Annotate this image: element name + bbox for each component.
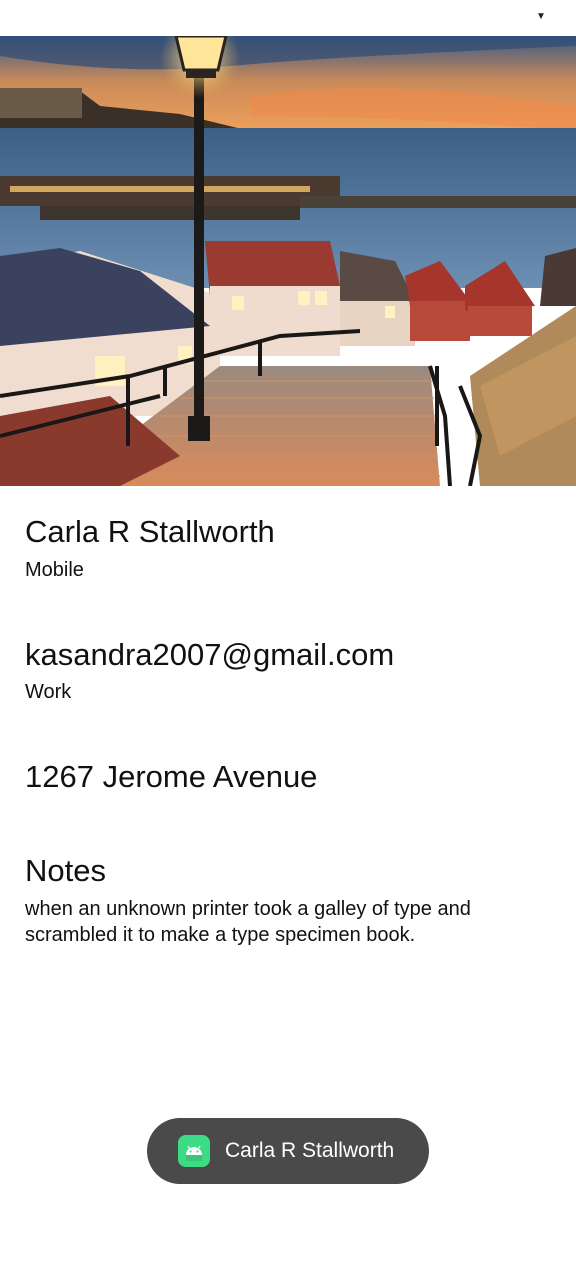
notes-heading: Notes — [25, 853, 106, 888]
notes-body: when an unknown printer took a galley of… — [25, 898, 471, 946]
contact-name: Carla R Stallworth — [25, 514, 275, 549]
signal-icon: ▼ — [536, 11, 546, 22]
status-bar: ▼ — [0, 0, 576, 36]
contact-email[interactable]: kasandra2007@gmail.com — [25, 637, 394, 673]
contact-address[interactable]: 1267 Jerome Avenue — [25, 759, 317, 795]
toast-text: Carla R Stallworth — [225, 1139, 395, 1162]
contact-email-type: Work — [25, 681, 72, 703]
toast: Carla R Stallworth — [147, 1118, 429, 1184]
contact-name-type: Mobile — [25, 559, 84, 581]
header-photo — [0, 36, 576, 486]
android-icon — [178, 1135, 210, 1167]
